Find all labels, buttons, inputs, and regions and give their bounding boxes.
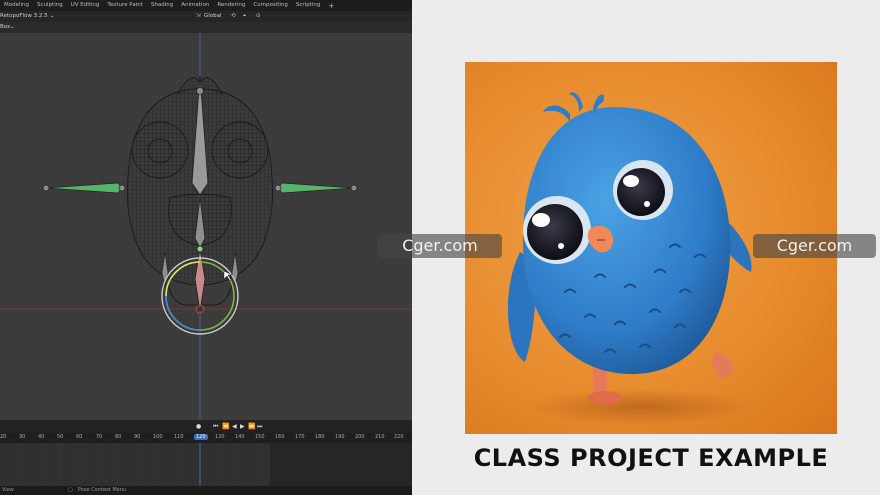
frame-tick: 160 — [275, 434, 285, 440]
workspace-tab-rendering[interactable]: Rendering — [213, 0, 249, 11]
frame-tick: 80 — [115, 434, 122, 440]
record-icon[interactable]: ● — [196, 422, 201, 431]
retopoflow-addon-label[interactable]: RetopoFlow 3.2.5 — [0, 11, 48, 22]
frame-tick: 140 — [235, 434, 245, 440]
snap-icon[interactable]: ⌖ — [243, 11, 246, 22]
frame-tick: 220 — [394, 434, 404, 440]
next-keyframe-icon[interactable]: ⏩ — [248, 422, 255, 431]
frame-tick: 150 — [255, 434, 265, 440]
workspace-tab-modeling[interactable]: Modeling — [0, 0, 33, 11]
3d-viewport[interactable] — [0, 33, 412, 420]
workspace-tab-animation[interactable]: Animation — [177, 0, 213, 11]
frame-tick: 20 — [0, 434, 7, 440]
frame-tick: 210 — [375, 434, 385, 440]
proportional-edit-icon[interactable]: ⊙ — [256, 11, 261, 22]
workspace-tab-uv-editing[interactable]: UV Editing — [67, 0, 104, 11]
workspace-tab-texture-paint[interactable]: Texture Paint — [103, 0, 147, 11]
class-project-caption: CLASS PROJECT EXAMPLE — [473, 444, 829, 472]
watermark-right: Cger.com — [753, 234, 876, 258]
timeline-track-area[interactable] — [0, 443, 412, 486]
viewport-header: RetopoFlow 3.2.5 ⌄ ⇲ Global ⟲ ⌖ ⊙ — [0, 11, 412, 22]
status-bar: View ▢ Pose Context Menu — [0, 486, 412, 495]
playback-controls: ● ⏮ ⏪ ◀ ▶ ⏩ ⏭ — [0, 420, 412, 433]
select-mode-dropdown[interactable]: Box — [0, 22, 10, 33]
orientation-icon: ⇲ — [196, 13, 201, 19]
mouse-right-icon: ▢ — [68, 487, 73, 493]
workspace-tab-scripting[interactable]: Scripting — [292, 0, 324, 11]
timeline-ruler[interactable]: 20 30 40 50 60 70 80 90 100 110 120 130 … — [0, 433, 412, 443]
chevron-down-icon: ⌄ — [50, 13, 55, 19]
add-workspace-button[interactable]: + — [324, 2, 338, 10]
watermark-left: Cger.com — [378, 234, 502, 258]
jump-start-icon[interactable]: ⏮ — [213, 422, 218, 431]
workspace-tab-compositing[interactable]: Compositing — [249, 0, 291, 11]
frame-tick: 110 — [174, 434, 184, 440]
status-context-menu-label: Pose Context Menu — [78, 487, 127, 493]
viewport-canvas — [0, 33, 412, 420]
frame-tick: 30 — [19, 434, 26, 440]
frame-tick: 190 — [335, 434, 345, 440]
jump-end-icon[interactable]: ⏭ — [257, 422, 262, 431]
timeline-gridlines — [21, 443, 412, 486]
frame-tick: 90 — [134, 434, 141, 440]
blender-window: Modeling Sculpting UV Editing Texture Pa… — [0, 0, 412, 495]
workspace-tab-bar: Modeling Sculpting UV Editing Texture Pa… — [0, 0, 412, 11]
frame-tick: 50 — [57, 434, 64, 440]
play-reverse-icon[interactable]: ◀ — [232, 422, 237, 431]
workspace-tab-shading[interactable]: Shading — [147, 0, 177, 11]
frame-tick: 170 — [295, 434, 305, 440]
frame-tick: 130 — [215, 434, 225, 440]
pivot-icon[interactable]: ⟲ — [231, 11, 236, 22]
frame-tick: 100 — [153, 434, 163, 440]
prev-keyframe-icon[interactable]: ⏪ — [222, 422, 229, 431]
status-view-label: View — [2, 487, 14, 493]
workspace-tab-sculpting[interactable]: Sculpting — [33, 0, 67, 11]
out-of-range-region — [270, 443, 412, 486]
play-icon[interactable]: ▶ — [240, 422, 245, 431]
chevron-down-icon: ⌄ — [10, 24, 15, 30]
tool-header: Box ⌄ — [0, 22, 412, 33]
frame-tick: 200 — [355, 434, 365, 440]
transform-orientation-dropdown[interactable]: Global — [204, 11, 222, 22]
frame-tick: 180 — [315, 434, 325, 440]
frame-tick: 40 — [38, 434, 45, 440]
frame-tick: 60 — [76, 434, 83, 440]
frame-tick: 70 — [96, 434, 103, 440]
current-frame-indicator[interactable]: 120 — [194, 434, 208, 440]
